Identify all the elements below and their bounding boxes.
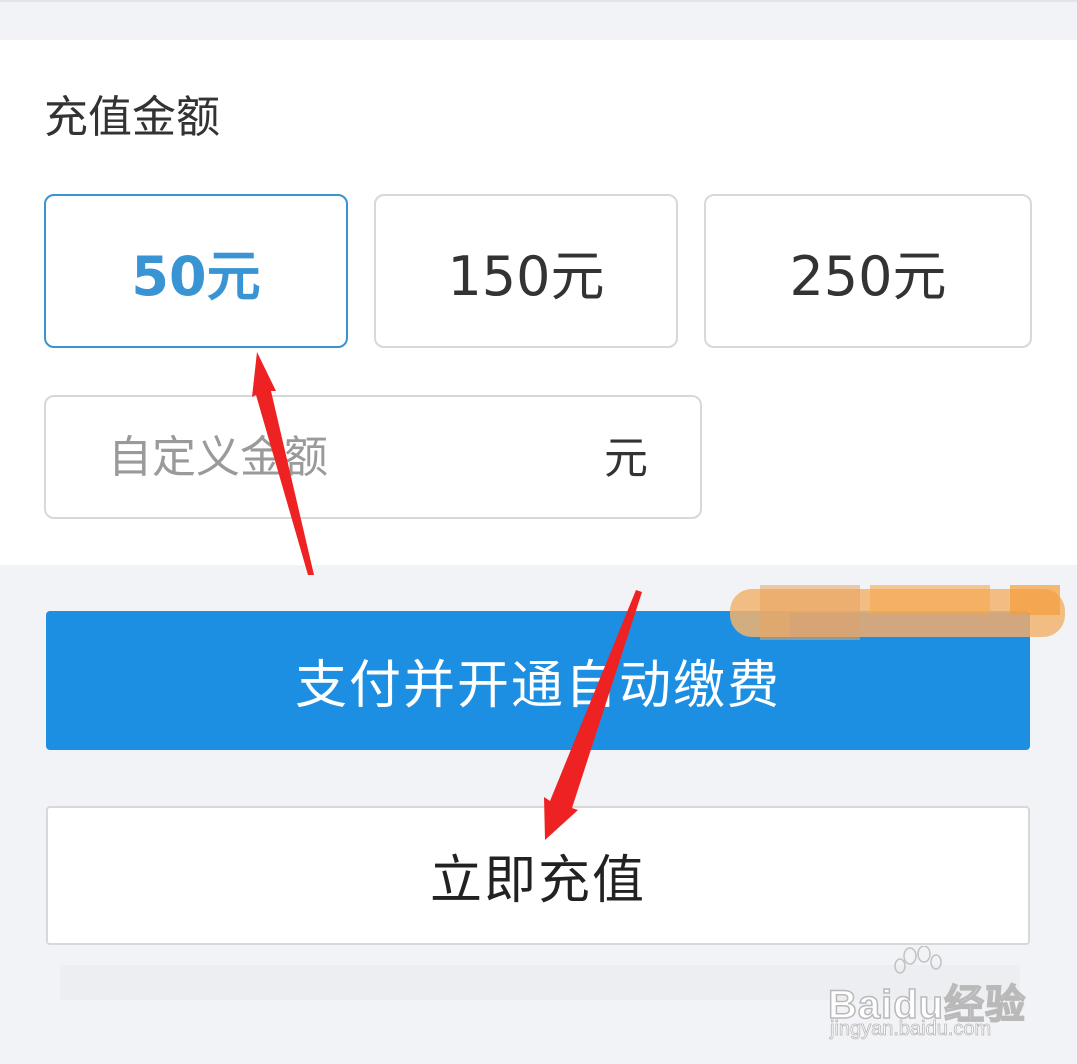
top-strip <box>0 0 1077 40</box>
amount-option-150[interactable]: 150元 <box>374 194 678 348</box>
recharge-now-button[interactable]: 立即充值 <box>46 806 1030 945</box>
recharge-now-label: 立即充值 <box>429 851 646 911</box>
amount-option-label: 150元 <box>447 244 605 308</box>
amount-option-250[interactable]: 250元 <box>704 194 1032 348</box>
custom-amount-input[interactable] <box>108 425 548 489</box>
bottom-band <box>60 965 1020 1000</box>
pay-and-enable-autopay-label: 支付并开通自动缴费 <box>294 656 781 716</box>
amount-option-label: 250元 <box>789 244 947 308</box>
amount-option-label: 50元 <box>131 244 261 308</box>
redacted-blur-block <box>730 585 1065 640</box>
amount-option-50[interactable]: 50元 <box>44 194 348 348</box>
section-title: 充值金额 <box>44 92 220 143</box>
watermark-url: jingyan.baidu.com <box>830 1018 992 1041</box>
custom-amount-unit: 元 <box>604 433 648 484</box>
custom-amount-field[interactable]: 元 <box>44 395 702 519</box>
